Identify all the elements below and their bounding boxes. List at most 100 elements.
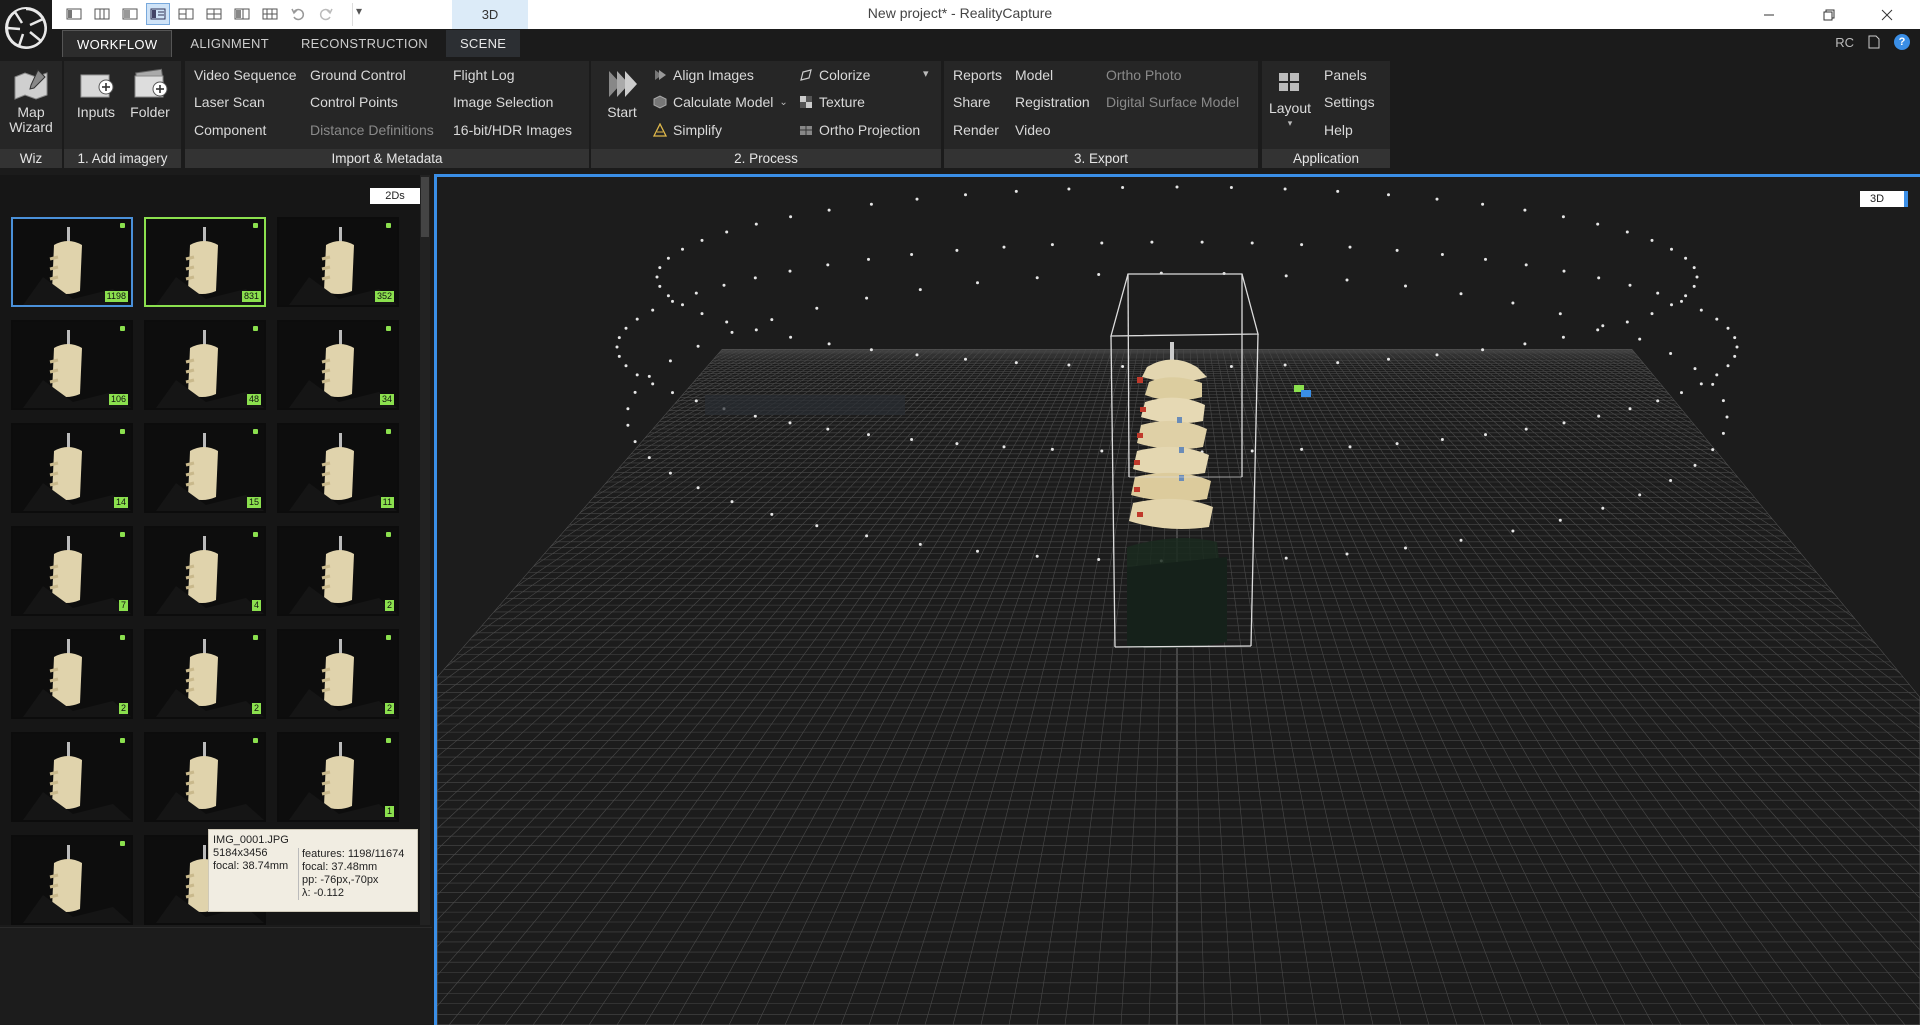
thumbnail-10[interactable]: 7 — [11, 526, 133, 616]
group-wiz: Map Wizard Wiz — [0, 61, 62, 168]
restore-icon — [1823, 9, 1835, 20]
3d-scene[interactable] — [437, 177, 1920, 1025]
group-label-add-imagery: 1. Add imagery — [64, 149, 181, 168]
feature-count-badge: 2 — [118, 703, 128, 714]
chevron-down-icon[interactable]: ⌄ — [779, 97, 787, 108]
distance-definitions-button[interactable]: Distance Definitions — [310, 122, 434, 138]
layout-8-icon[interactable] — [258, 3, 282, 25]
rc-label[interactable]: RC — [1835, 35, 1854, 50]
restore-button[interactable] — [1806, 0, 1852, 29]
3d-viewport[interactable]: 3D — [434, 174, 1920, 1025]
thumbnail-16[interactable] — [11, 732, 133, 822]
digital-surface-model-button[interactable]: Digital Surface Model — [1106, 94, 1239, 110]
start-button[interactable]: Start — [599, 67, 645, 120]
export-model-button[interactable]: Model — [1015, 67, 1053, 83]
registration-button[interactable]: Registration — [1015, 94, 1090, 110]
view-type-badge[interactable]: 2Ds — [370, 188, 420, 204]
thumbnail-2[interactable]: 831 — [144, 217, 266, 307]
thumbnail-12[interactable]: 2 — [277, 526, 399, 616]
thumbnail-15[interactable]: 2 — [277, 629, 399, 719]
tab-scene[interactable]: SCENE — [445, 30, 521, 57]
thumbnail-7[interactable]: 14 — [11, 423, 133, 513]
layout-1-icon[interactable] — [62, 3, 86, 25]
feature-count-badge: 2 — [384, 703, 394, 714]
ground-control-button[interactable]: Ground Control — [310, 67, 406, 83]
simplify-button[interactable]: Simplify — [653, 122, 722, 138]
thumbnail-14[interactable]: 2 — [144, 629, 266, 719]
tab-reconstruction[interactable]: RECONSTRUCTION — [287, 30, 442, 57]
redo-icon[interactable] — [314, 3, 338, 25]
image-selection-button[interactable]: Image Selection — [453, 94, 553, 110]
process-dropdown-icon[interactable]: ▾ — [923, 67, 929, 80]
thumbnail-grid[interactable]: 2Ds 1198 831 352 106 48 34 14 15 11 7 4 2 2 2 2 1 — [0, 175, 420, 925]
help-icon[interactable]: ? — [1894, 34, 1910, 50]
hdr-images-button[interactable]: 16-bit/HDR Images — [453, 122, 572, 138]
tab-alignment[interactable]: ALIGNMENT — [176, 30, 283, 57]
ortho-projection-label: Ortho Projection — [819, 122, 921, 138]
feature-count-badge: 4 — [251, 600, 261, 611]
aligned-indicator — [253, 532, 258, 537]
reports-button[interactable]: Reports — [953, 67, 1002, 83]
ghost-label — [705, 395, 905, 415]
thumbnail-image — [279, 631, 397, 717]
laser-scan-button[interactable]: Laser Scan — [194, 94, 265, 110]
app-logo[interactable] — [0, 0, 52, 56]
aligned-indicator — [253, 429, 258, 434]
folder-button[interactable]: Folder — [126, 67, 174, 120]
thumbnail-1[interactable]: 1198 — [11, 217, 133, 307]
feature-count-badge: 1198 — [104, 291, 128, 302]
document-icon[interactable] — [1868, 35, 1880, 49]
tooltip-focal-prior: focal: 38.74mm — [213, 860, 289, 872]
undo-icon[interactable] — [286, 3, 310, 25]
help-button[interactable]: Help — [1324, 122, 1353, 138]
layout-2-icon[interactable] — [90, 3, 114, 25]
minimize-button[interactable] — [1746, 0, 1792, 29]
share-button[interactable]: Share — [953, 94, 990, 110]
inputs-button[interactable]: Inputs — [72, 67, 120, 120]
render-button[interactable]: Render — [953, 122, 999, 138]
thumbnail-19[interactable] — [11, 835, 133, 925]
layout-4-icon[interactable] — [146, 3, 170, 25]
thumbnail-scrollbar[interactable] — [420, 175, 430, 925]
map-wizard-button[interactable]: Map Wizard — [6, 67, 56, 135]
box-handle-blue[interactable] — [1301, 390, 1311, 397]
aligned-indicator — [120, 326, 125, 331]
aligned-indicator — [253, 635, 258, 640]
thumbnail-18[interactable]: 1 — [277, 732, 399, 822]
tooltip-filename: IMG_0001.JPG — [213, 834, 289, 846]
thumbnail-17[interactable] — [144, 732, 266, 822]
settings-button[interactable]: Settings — [1324, 94, 1375, 110]
calculate-model-button[interactable]: Calculate Model ⌄ — [653, 94, 788, 110]
ortho-photo-button[interactable]: Ortho Photo — [1106, 67, 1182, 83]
align-images-button[interactable]: Align Images — [653, 67, 754, 83]
panels-button[interactable]: Panels — [1324, 67, 1367, 83]
aligned-indicator — [386, 223, 391, 228]
layout-5-icon[interactable] — [174, 3, 198, 25]
tab-workflow[interactable]: WORKFLOW — [62, 30, 173, 57]
scrollbar-thumb[interactable] — [421, 177, 429, 237]
view-type-badge-3d[interactable]: 3D — [1860, 191, 1908, 207]
thumbnail-6[interactable]: 34 — [277, 320, 399, 410]
flight-log-button[interactable]: Flight Log — [453, 67, 514, 83]
thumbnail-8[interactable]: 15 — [144, 423, 266, 513]
layout-3-icon[interactable] — [118, 3, 142, 25]
texture-button[interactable]: Texture — [799, 94, 865, 110]
video-button[interactable]: Video — [1015, 122, 1051, 138]
thumbnail-11[interactable]: 4 — [144, 526, 266, 616]
layout-7-icon[interactable] — [230, 3, 254, 25]
layout-6-icon[interactable] — [202, 3, 226, 25]
control-points-button[interactable]: Control Points — [310, 94, 398, 110]
ortho-projection-button[interactable]: Ortho Projection — [799, 122, 920, 138]
thumbnail-5[interactable]: 48 — [144, 320, 266, 410]
layout-button[interactable]: Layout ▾ — [1269, 67, 1311, 131]
aligned-indicator — [120, 429, 125, 434]
thumbnail-13[interactable]: 2 — [11, 629, 133, 719]
qat-customize-dropdown[interactable]: ▾ — [356, 4, 362, 18]
thumbnail-3[interactable]: 352 — [277, 217, 399, 307]
colorize-button[interactable]: Colorize — [799, 67, 870, 83]
thumbnail-4[interactable]: 106 — [11, 320, 133, 410]
close-button[interactable] — [1864, 0, 1910, 29]
video-sequence-button[interactable]: Video Sequence — [194, 67, 297, 83]
component-button[interactable]: Component — [194, 122, 266, 138]
thumbnail-9[interactable]: 11 — [277, 423, 399, 513]
